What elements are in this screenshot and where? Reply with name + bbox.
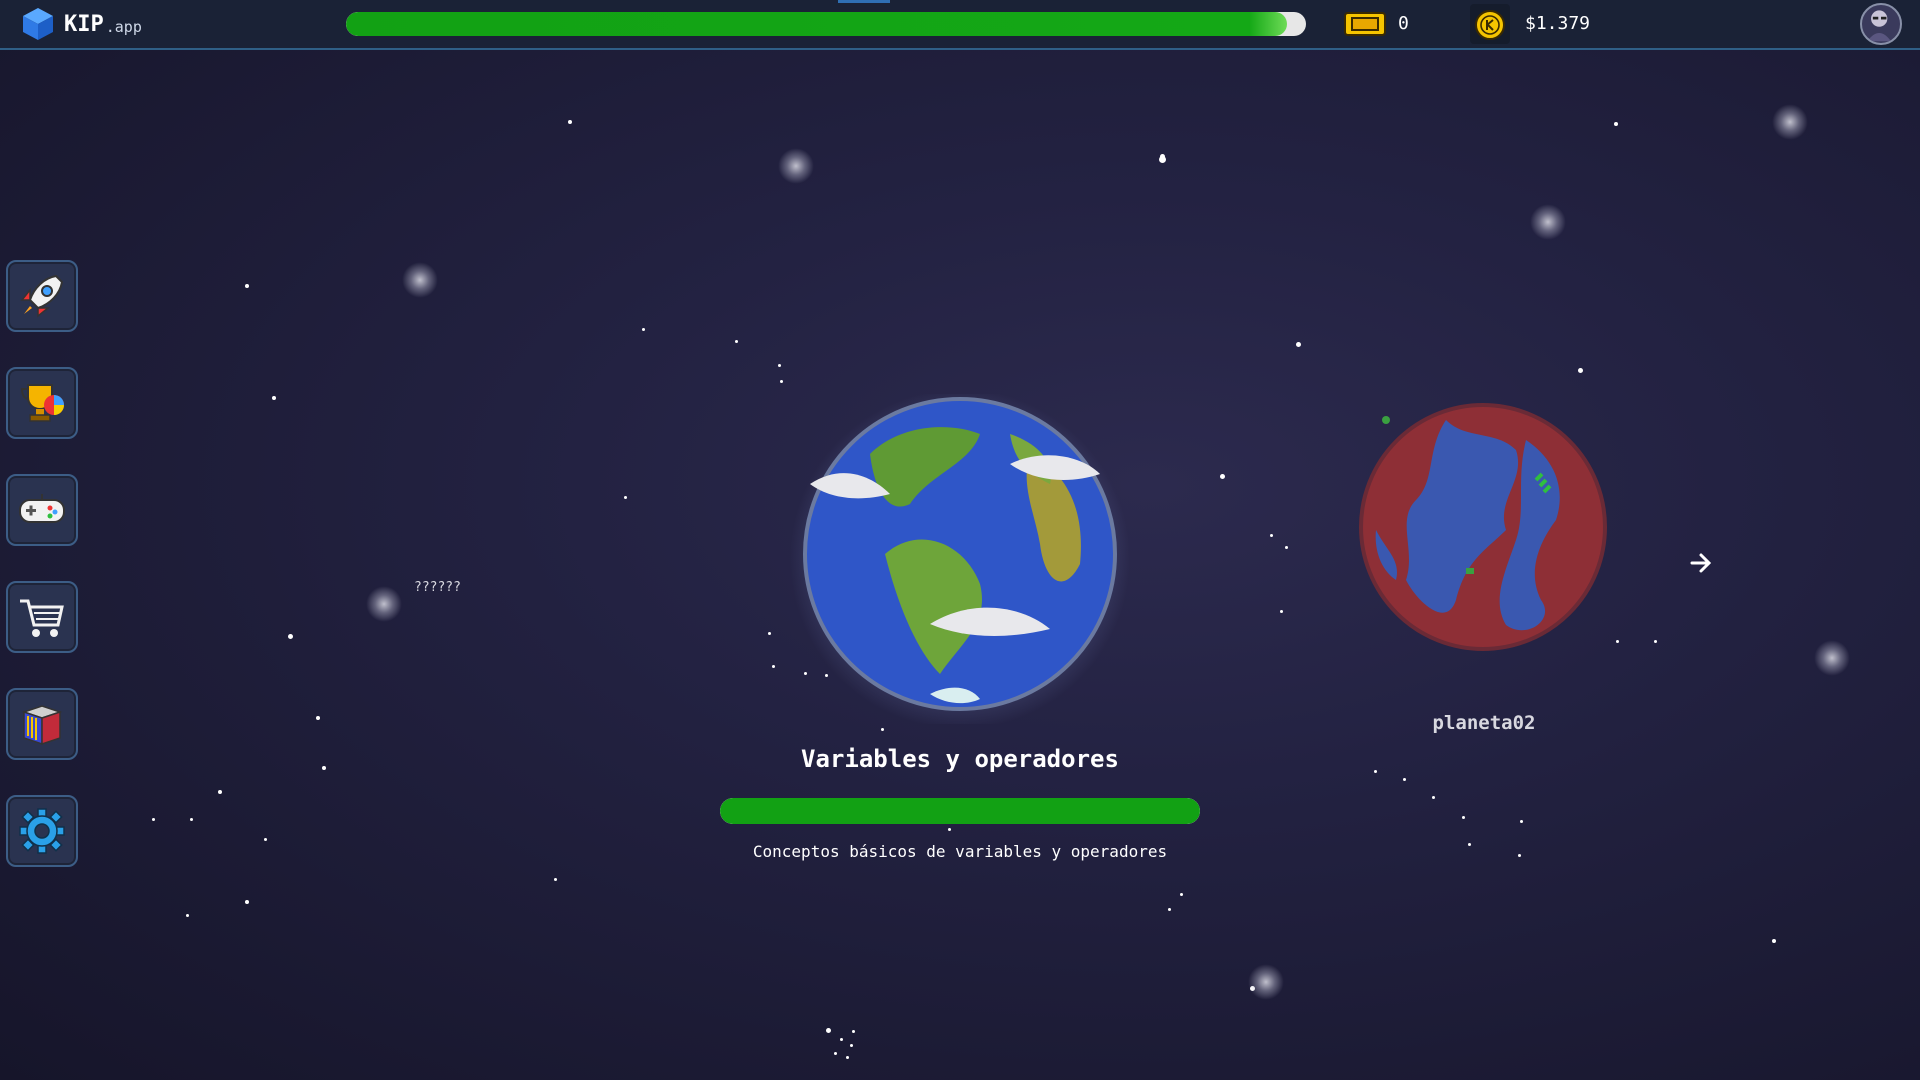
star xyxy=(190,818,193,821)
star xyxy=(768,632,771,635)
star xyxy=(316,716,320,720)
star xyxy=(272,396,276,400)
star xyxy=(1578,368,1583,373)
app-name: KIP xyxy=(64,12,104,37)
star xyxy=(245,284,249,288)
coin-balance: $1.379 xyxy=(1525,13,1591,34)
star xyxy=(1614,122,1618,126)
star xyxy=(554,878,557,881)
gear-icon xyxy=(19,808,65,854)
star xyxy=(1403,778,1406,781)
sidebar-rocket-button[interactable] xyxy=(6,260,78,332)
ticket-icon xyxy=(1344,12,1386,36)
star xyxy=(780,380,783,383)
star xyxy=(834,1052,837,1055)
sparkle-star xyxy=(778,148,814,184)
star xyxy=(1374,770,1377,773)
planet-02[interactable] xyxy=(1356,400,1610,662)
star xyxy=(186,914,189,917)
star xyxy=(1654,640,1657,643)
star xyxy=(288,634,293,639)
star xyxy=(245,900,249,904)
star xyxy=(840,1038,843,1041)
sidebar-achievements-button[interactable] xyxy=(6,367,78,439)
planet-02-label: planeta02 xyxy=(1432,712,1536,734)
star xyxy=(948,828,951,831)
star xyxy=(1285,546,1288,549)
star xyxy=(1280,610,1283,613)
star xyxy=(735,340,738,343)
app-logo[interactable]: KIP .app xyxy=(20,6,142,42)
star xyxy=(826,1028,831,1033)
star xyxy=(152,818,155,821)
books-icon xyxy=(21,705,63,746)
star xyxy=(1616,640,1619,643)
sparkle-star xyxy=(1248,964,1284,1000)
star xyxy=(1432,796,1435,799)
planet-description: Conceptos básicos de variables y operado… xyxy=(752,842,1168,861)
sparkle-star xyxy=(366,586,402,622)
sidebar-library-button[interactable] xyxy=(6,688,78,760)
tickets-count: 0 xyxy=(1398,13,1409,34)
star xyxy=(1296,342,1301,347)
star xyxy=(568,120,572,124)
star xyxy=(778,364,781,367)
coin-badge xyxy=(1470,4,1510,44)
course-progress-fill xyxy=(346,12,1287,36)
sidebar-shop-button[interactable] xyxy=(6,581,78,653)
star xyxy=(1168,908,1171,911)
star xyxy=(1518,854,1521,857)
star xyxy=(852,1030,855,1033)
sidebar-settings-button[interactable] xyxy=(6,795,78,867)
trophy-icon xyxy=(20,384,64,422)
star xyxy=(1180,893,1183,896)
top-bar: KIP .app 0 $1.379 xyxy=(0,0,1920,50)
cart-icon xyxy=(20,599,64,637)
rocket-icon xyxy=(20,274,64,318)
coin-icon xyxy=(1475,10,1505,40)
star xyxy=(642,328,645,331)
course-progress-bar xyxy=(346,12,1306,36)
star xyxy=(881,728,884,731)
app-suffix: .app xyxy=(105,18,142,36)
avatar-icon xyxy=(1867,10,1891,42)
star xyxy=(218,790,222,794)
planet-title: Variables y operadores xyxy=(801,745,1119,773)
star xyxy=(850,1044,853,1047)
star xyxy=(772,665,775,668)
sparkle-star xyxy=(1814,640,1850,676)
sparkle-star xyxy=(1772,104,1808,140)
star xyxy=(1159,156,1166,163)
star xyxy=(1220,474,1225,479)
sparkle-star xyxy=(1530,204,1566,240)
planet-earth[interactable] xyxy=(780,394,1140,724)
cube-icon xyxy=(23,8,53,40)
planet-progress-bar xyxy=(720,798,1200,824)
progress-indicator-tab xyxy=(838,0,890,3)
star xyxy=(1462,816,1465,819)
locked-planet-label: ?????? xyxy=(414,580,461,595)
gamepad-icon xyxy=(19,494,65,523)
star xyxy=(1270,534,1273,537)
user-avatar[interactable] xyxy=(1860,3,1902,45)
sidebar-games-button[interactable] xyxy=(6,474,78,546)
next-arrow-icon[interactable] xyxy=(1688,550,1714,576)
star xyxy=(322,766,326,770)
star xyxy=(1468,843,1471,846)
star xyxy=(1520,820,1523,823)
planet-progress-fill xyxy=(720,798,1200,824)
star xyxy=(624,496,627,499)
sparkle-star xyxy=(402,262,438,298)
star xyxy=(846,1056,849,1059)
star xyxy=(264,838,267,841)
star xyxy=(1772,939,1776,943)
